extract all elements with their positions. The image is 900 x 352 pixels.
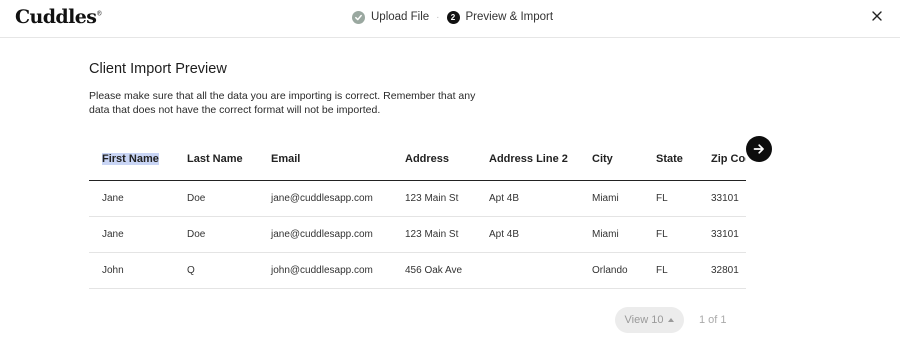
column-header-address-line-2[interactable]: Address Line 2 xyxy=(476,138,579,181)
cell-email: jane@cuddlesapp.com xyxy=(258,216,392,253)
cell-email: john@cuddlesapp.com xyxy=(258,252,392,289)
table-row: Jane Doe jane@cuddlesapp.com 123 Main St… xyxy=(89,216,746,253)
column-header-last-name[interactable]: Last Name xyxy=(174,138,258,181)
cell-address-line-2: Apt 4B xyxy=(476,216,579,253)
cell-last-name: Q xyxy=(174,252,258,289)
stepper: Upload File · 2 Preview & Import xyxy=(352,9,553,25)
rows-per-page-select[interactable]: View 10 xyxy=(615,307,684,333)
step-upload-file-label: Upload File xyxy=(371,11,430,23)
table-row: Jane Doe jane@cuddlesapp.com 123 Main St… xyxy=(89,180,746,217)
cell-state: FL xyxy=(643,252,698,289)
import-preview-table: First Name Last Name Email Address Addre… xyxy=(89,138,746,290)
cell-address: 123 Main St xyxy=(392,180,476,217)
cell-last-name: Doe xyxy=(174,216,258,253)
cell-first-name: John xyxy=(89,252,174,289)
step-separator: · xyxy=(436,11,440,23)
cell-address-line-2: Apt 4B xyxy=(476,180,579,217)
cell-state: FL xyxy=(643,180,698,217)
cell-zip-code: 33101 xyxy=(698,180,746,217)
close-icon[interactable] xyxy=(870,9,884,23)
column-header-zip-code[interactable]: Zip Code xyxy=(698,138,746,181)
scroll-right-button[interactable] xyxy=(746,136,772,162)
cell-city: Miami xyxy=(579,216,643,253)
logo[interactable]: Cuddles® xyxy=(15,6,102,28)
cell-address: 456 Oak Ave xyxy=(392,252,476,289)
rows-per-page-label: View 10 xyxy=(624,314,664,326)
table-row: John Q john@cuddlesapp.com 456 Oak Ave O… xyxy=(89,252,746,289)
column-header-address[interactable]: Address xyxy=(392,138,476,181)
column-header-email[interactable]: Email xyxy=(258,138,392,181)
column-header-state[interactable]: State xyxy=(643,138,698,181)
page-title: Client Import Preview xyxy=(89,61,227,77)
caret-up-icon xyxy=(668,318,675,322)
column-header-first-name[interactable]: First Name xyxy=(89,138,174,181)
cell-address: 123 Main St xyxy=(392,216,476,253)
cell-city: Orlando xyxy=(579,252,643,289)
table-header-row: First Name Last Name Email Address Addre… xyxy=(89,138,746,181)
cell-zip-code: 32801 xyxy=(698,252,746,289)
cell-city: Miami xyxy=(579,180,643,217)
cell-last-name: Doe xyxy=(174,180,258,217)
step-preview-import-label: Preview & Import xyxy=(465,11,554,23)
column-header-label: First Name xyxy=(102,152,159,165)
step-number-badge: 2 xyxy=(446,10,460,24)
pagination: View 10 1 of 1 xyxy=(615,307,727,333)
logo-text: Cuddles xyxy=(15,6,97,28)
page-indicator: 1 of 1 xyxy=(699,314,727,326)
registered-mark: ® xyxy=(96,10,102,18)
cell-first-name: Jane xyxy=(89,216,174,253)
column-header-city[interactable]: City xyxy=(579,138,643,181)
check-icon xyxy=(352,10,365,24)
header: Cuddles® Upload File · 2 Preview & Impor… xyxy=(0,0,900,38)
cell-zip-code: 33101 xyxy=(698,216,746,253)
cell-first-name: Jane xyxy=(89,180,174,217)
cell-address-line-2 xyxy=(476,252,579,289)
import-instructions: Please make sure that all the data you a… xyxy=(89,90,476,116)
arrow-right-icon xyxy=(753,144,764,154)
cell-email: jane@cuddlesapp.com xyxy=(258,180,392,217)
cell-state: FL xyxy=(643,216,698,253)
